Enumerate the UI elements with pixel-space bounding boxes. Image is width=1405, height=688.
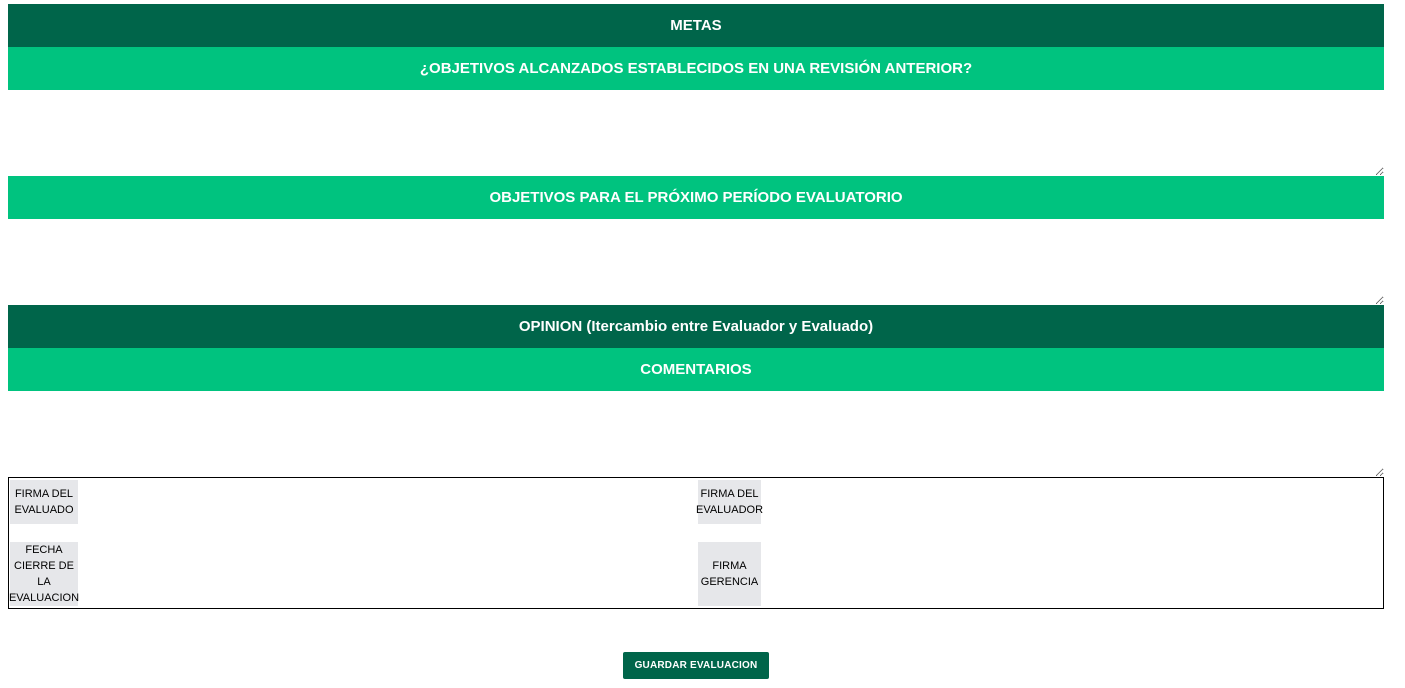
evaluado-signature-field[interactable] xyxy=(81,480,695,526)
fecha-cierre-field[interactable] xyxy=(81,542,695,608)
fecha-cierre-label: FECHA CIERRE DE LA EVALUACION xyxy=(8,542,80,606)
signatures-table: FIRMA DEL EVALUADO FIRMA DEL EVALUADOR F… xyxy=(8,477,1384,609)
evaluador-signature-field[interactable] xyxy=(765,480,1379,526)
prev-objectives-header: ¿OBJETIVOS ALCANZADOS ESTABLECIDOS EN UN… xyxy=(8,47,1384,90)
evaluation-form: METAS ¿OBJETIVOS ALCANZADOS ESTABLECIDOS… xyxy=(8,4,1384,477)
prev-objectives-textarea[interactable] xyxy=(8,90,1384,176)
metas-header: METAS xyxy=(8,4,1384,47)
opinion-header: OPINION (Itercambio entre Evaluador y Ev… xyxy=(8,305,1384,348)
evaluado-signature-label: FIRMA DEL EVALUADO xyxy=(10,480,78,524)
save-evaluation-button[interactable]: GUARDAR EVALUACION xyxy=(623,652,769,679)
next-objectives-header: OBJETIVOS PARA EL PRÓXIMO PERÍODO EVALUA… xyxy=(8,176,1384,219)
gerencia-signature-label: FIRMA GERENCIA xyxy=(698,542,761,606)
gerencia-signature-field[interactable] xyxy=(765,542,1379,608)
comments-header: COMENTARIOS xyxy=(8,348,1384,391)
comments-textarea[interactable] xyxy=(8,391,1384,477)
next-objectives-textarea[interactable] xyxy=(8,219,1384,305)
evaluador-signature-label: FIRMA DEL EVALUADOR xyxy=(696,480,763,524)
